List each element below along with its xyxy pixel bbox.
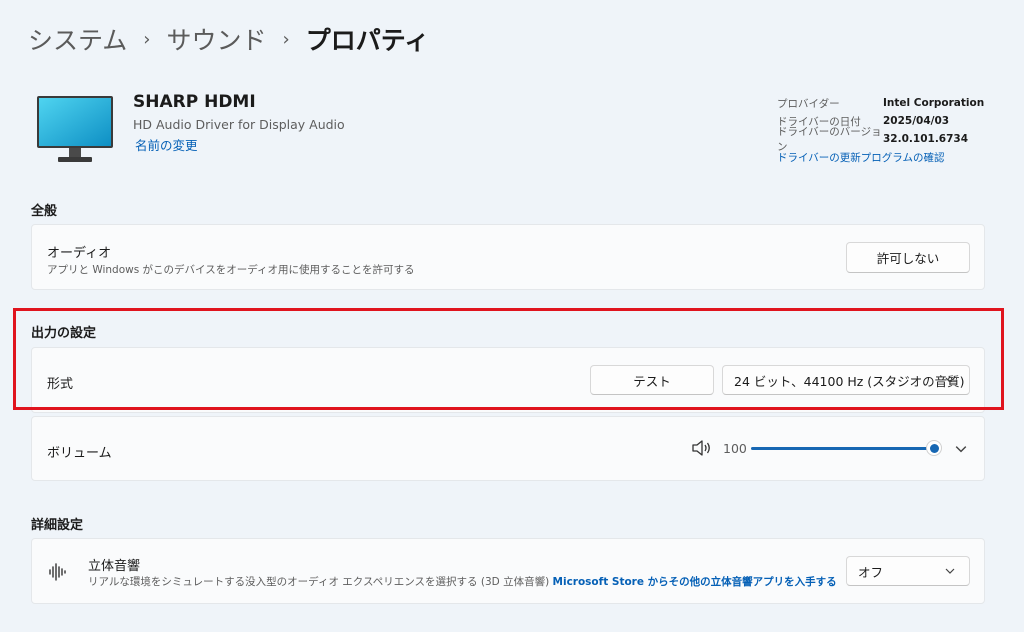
format-dropdown-value: 24 ビット、44100 Hz (スタジオの音質) bbox=[734, 373, 965, 389]
volume-slider-track[interactable] bbox=[751, 447, 935, 450]
spatial-sound-icon bbox=[49, 563, 66, 581]
section-advanced-heading: 詳細設定 bbox=[31, 518, 84, 533]
chevron-right-icon: › bbox=[282, 28, 290, 50]
driver-provider-label: プロバイダー bbox=[777, 97, 840, 110]
test-button[interactable]: テスト bbox=[590, 365, 714, 395]
spatial-sound-description-text: リアルな環境をシミュレートする没入型のオーディオ エクスペリエンスを選択する (… bbox=[88, 576, 550, 588]
monitor-icon bbox=[37, 96, 113, 162]
page-title: プロパティ bbox=[305, 26, 430, 55]
device-driver-description: HD Audio Driver for Display Audio bbox=[133, 117, 345, 132]
driver-provider-row: プロバイダー Intel Corporation bbox=[777, 94, 984, 112]
chevron-right-icon: › bbox=[143, 28, 151, 50]
disallow-audio-button[interactable]: 許可しない bbox=[846, 242, 970, 273]
breadcrumb-sound[interactable]: サウンド bbox=[166, 21, 266, 57]
store-spatial-apps-link[interactable]: Microsoft Store からその他の立体音響アプリを入手する bbox=[553, 576, 837, 588]
audio-card: オーディオ アプリと Windows がこのデバイスをオーディオ用に使用すること… bbox=[31, 224, 985, 290]
driver-version-row: ドライバーのバージョン 32.0.101.6734 bbox=[777, 126, 984, 153]
audio-title: オーディオ bbox=[47, 246, 112, 261]
chevron-down-icon bbox=[945, 377, 955, 383]
spatial-sound-description: リアルな環境をシミュレートする没入型のオーディオ エクスペリエンスを選択する (… bbox=[88, 574, 837, 589]
format-card: 形式 テスト 24 ビット、44100 Hz (スタジオの音質) bbox=[31, 347, 985, 413]
driver-date-value: 2025/04/03 bbox=[883, 115, 950, 127]
audio-description: アプリと Windows がこのデバイスをオーディオ用に使用することを許可する bbox=[47, 264, 415, 276]
driver-info: プロバイダー Intel Corporation ドライバーの日付 2025/0… bbox=[777, 94, 984, 166]
breadcrumb: システム › サウンド › プロパティ bbox=[28, 20, 429, 58]
format-label: 形式 bbox=[47, 377, 74, 392]
chevron-down-icon[interactable] bbox=[955, 443, 967, 455]
spatial-sound-dropdown[interactable]: オフ bbox=[846, 556, 970, 586]
volume-value: 100 bbox=[723, 441, 747, 456]
format-dropdown[interactable]: 24 ビット、44100 Hz (スタジオの音質) bbox=[722, 365, 970, 395]
driver-provider-value: Intel Corporation bbox=[883, 97, 985, 109]
speaker-icon[interactable] bbox=[691, 439, 713, 457]
rename-link[interactable]: 名前の変更 bbox=[135, 135, 198, 154]
spatial-sound-dropdown-value: オフ bbox=[858, 564, 884, 580]
breadcrumb-system[interactable]: システム bbox=[28, 21, 127, 57]
chevron-down-icon bbox=[945, 568, 955, 574]
volume-slider-thumb[interactable] bbox=[926, 440, 942, 456]
driver-update-link[interactable]: ドライバーの更新プログラムの確認 bbox=[777, 148, 984, 166]
section-general-heading: 全般 bbox=[31, 204, 58, 219]
section-output-heading: 出力の設定 bbox=[31, 326, 97, 341]
volume-label: ボリューム bbox=[47, 446, 112, 461]
driver-version-value: 32.0.101.6734 bbox=[883, 133, 969, 145]
spatial-sound-title: 立体音響 bbox=[88, 559, 141, 574]
device-name: SHARP HDMI bbox=[133, 92, 256, 112]
spatial-sound-card: 立体音響 リアルな環境をシミュレートする没入型のオーディオ エクスペリエンスを選… bbox=[31, 538, 985, 604]
